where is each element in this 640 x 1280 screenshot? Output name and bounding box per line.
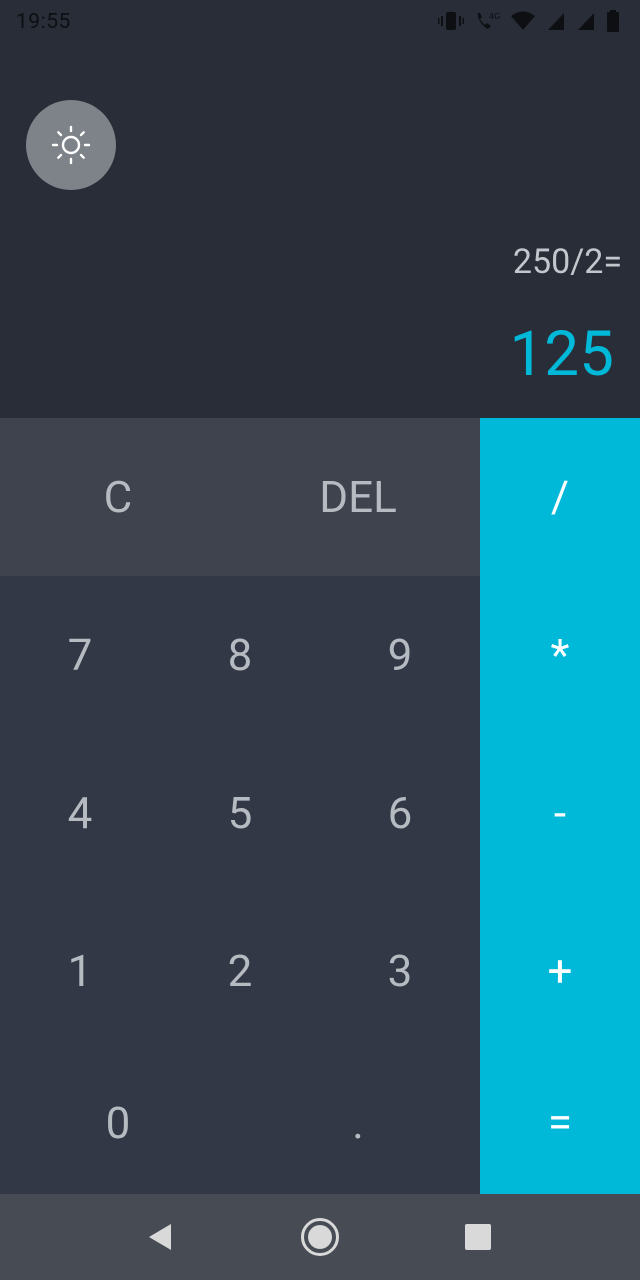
key-6[interactable]: 6 — [320, 734, 480, 892]
back-button[interactable] — [120, 1194, 200, 1280]
home-icon — [301, 1218, 339, 1256]
key-5[interactable]: 5 — [160, 734, 320, 892]
wifi-icon — [511, 11, 536, 30]
key-2[interactable]: 2 — [160, 892, 320, 1050]
expression-display: 250/2= — [512, 242, 622, 282]
status-time: 19:55 — [16, 10, 71, 34]
battery-icon — [607, 10, 619, 32]
status-bar: 19:55 4G — [0, 0, 640, 44]
add-button[interactable]: + — [480, 892, 640, 1050]
theme-toggle-button[interactable] — [26, 100, 116, 190]
status-icons: 4G — [432, 10, 620, 34]
key-4[interactable]: 4 — [0, 734, 160, 892]
key-8[interactable]: 8 — [160, 576, 320, 734]
key-9[interactable]: 9 — [320, 576, 480, 734]
subtract-button[interactable]: - — [480, 734, 640, 892]
home-button[interactable] — [280, 1194, 360, 1280]
svg-text:4G: 4G — [489, 12, 500, 21]
key-1[interactable]: 1 — [0, 892, 160, 1050]
navigation-bar — [0, 1194, 640, 1280]
key-decimal[interactable]: . — [278, 1050, 438, 1196]
number-keypad: 7 8 9 4 5 6 1 2 3 0 . — [0, 576, 480, 1196]
clear-row: C DEL — [0, 418, 480, 576]
signal-icon-2 — [578, 13, 595, 30]
key-7[interactable]: 7 — [0, 576, 160, 734]
recents-icon — [465, 1224, 491, 1250]
divide-button[interactable]: / — [480, 418, 640, 576]
result-display: 125 — [509, 318, 614, 391]
vibrate-icon — [438, 12, 465, 30]
signal-icon — [548, 13, 565, 30]
back-icon — [149, 1224, 171, 1250]
operator-column: / * - + = — [480, 418, 640, 1194]
volte-call-icon: 4G — [477, 12, 500, 29]
sun-icon — [51, 125, 91, 165]
multiply-button[interactable]: * — [480, 576, 640, 734]
clear-button[interactable]: C — [38, 418, 198, 576]
delete-button[interactable]: DEL — [278, 418, 438, 576]
equals-button[interactable]: = — [480, 1050, 640, 1194]
key-3[interactable]: 3 — [320, 892, 480, 1050]
key-0[interactable]: 0 — [38, 1050, 198, 1196]
recents-button[interactable] — [438, 1194, 518, 1280]
